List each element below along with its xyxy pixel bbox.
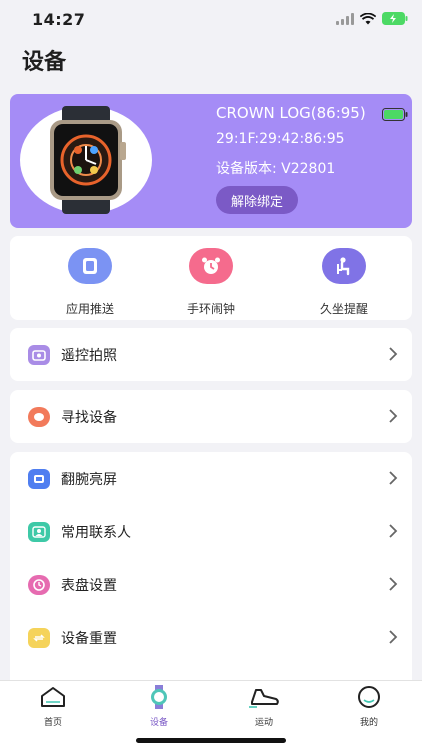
smartwatch-image <box>50 106 126 214</box>
menu-item-find-device[interactable]: 寻找设备 <box>10 390 412 443</box>
quick-action-app-push[interactable]: 应用推送 <box>40 248 140 317</box>
quick-action-alarm[interactable]: 手环闹钟 <box>161 248 261 317</box>
app-push-icon <box>68 248 112 284</box>
chevron-right-icon <box>389 471 398 485</box>
chevron-right-icon <box>389 524 398 538</box>
quick-action-label: 手环闹钟 <box>186 302 235 316</box>
alarm-clock-icon <box>189 248 233 284</box>
profile-icon <box>358 686 380 708</box>
system-icons <box>336 12 408 25</box>
camera-icon <box>28 344 50 365</box>
quick-action-label: 应用推送 <box>65 302 114 316</box>
device-version: 设备版本: V22801 <box>216 161 336 177</box>
sedentary-icon <box>322 248 366 284</box>
chevron-right-icon <box>389 347 398 361</box>
device-name: CROWN LOG(86:95) <box>216 104 366 122</box>
menu-item-label: 设备重置 <box>61 630 117 647</box>
menu-group-camera: 遥控拍照 <box>10 328 412 381</box>
chevron-right-icon <box>389 630 398 644</box>
quick-action-label: 久坐提醒 <box>319 302 368 316</box>
menu-item-reset[interactable]: 设备重置 <box>10 611 412 664</box>
status-time: 14:27 <box>32 10 86 29</box>
page-title: 设备 <box>22 50 67 75</box>
tab-label: 我的 <box>359 718 378 728</box>
find-device-icon <box>28 406 50 427</box>
chevron-right-icon <box>389 409 398 423</box>
device-mac-address: 29:1F:29:42:86:95 <box>216 131 345 147</box>
menu-item-remote-camera[interactable]: 遥控拍照 <box>10 328 412 381</box>
tab-label: 运动 <box>254 718 273 728</box>
menu-group-settings: 翻腕亮屏 常用联系人 表盘设置 设备重置 <box>10 452 412 680</box>
contacts-icon <box>28 521 50 542</box>
menu-item-label: 寻找设备 <box>61 409 117 426</box>
signal-icon <box>336 12 354 25</box>
tab-sport[interactable]: 运动 <box>211 685 317 728</box>
chevron-right-icon <box>389 577 398 591</box>
menu-group-find: 寻找设备 <box>10 390 412 443</box>
watch-image-frame <box>20 106 152 214</box>
wrist-screen-icon <box>28 468 50 489</box>
tab-profile[interactable]: 我的 <box>316 685 422 728</box>
battery-charging-icon <box>382 12 408 25</box>
menu-item-label: 遥控拍照 <box>61 347 117 364</box>
quick-action-sedentary[interactable]: 久坐提醒 <box>294 248 394 317</box>
watch-face-icon <box>28 574 50 595</box>
menu-item-wrist-wake[interactable]: 翻腕亮屏 <box>10 452 412 505</box>
menu-item-label: 常用联系人 <box>61 524 131 541</box>
tab-device[interactable]: 设备 <box>106 685 212 728</box>
wifi-icon <box>360 12 376 24</box>
home-indicator <box>136 738 286 743</box>
menu-item-contacts[interactable]: 常用联系人 <box>10 505 412 558</box>
reset-icon <box>28 627 50 648</box>
tab-home[interactable]: 首页 <box>0 685 106 728</box>
device-tab-icon <box>151 685 167 709</box>
status-bar: 14:27 <box>0 0 422 40</box>
tab-label: 设备 <box>149 718 168 728</box>
menu-item-label: 表盘设置 <box>61 577 117 594</box>
sport-icon <box>249 689 279 708</box>
device-battery-icon <box>382 108 408 121</box>
menu-item-label: 翻腕亮屏 <box>61 471 117 488</box>
tab-label: 首页 <box>43 718 62 728</box>
menu-item-watch-face[interactable]: 表盘设置 <box>10 558 412 611</box>
quick-actions: 应用推送 手环闹钟 久坐提醒 <box>10 236 412 320</box>
unbind-button[interactable]: 解除绑定 <box>216 186 298 214</box>
home-icon <box>41 687 65 707</box>
device-card: CROWN LOG(86:95) 29:1F:29:42:86:95 设备版本:… <box>10 94 412 228</box>
